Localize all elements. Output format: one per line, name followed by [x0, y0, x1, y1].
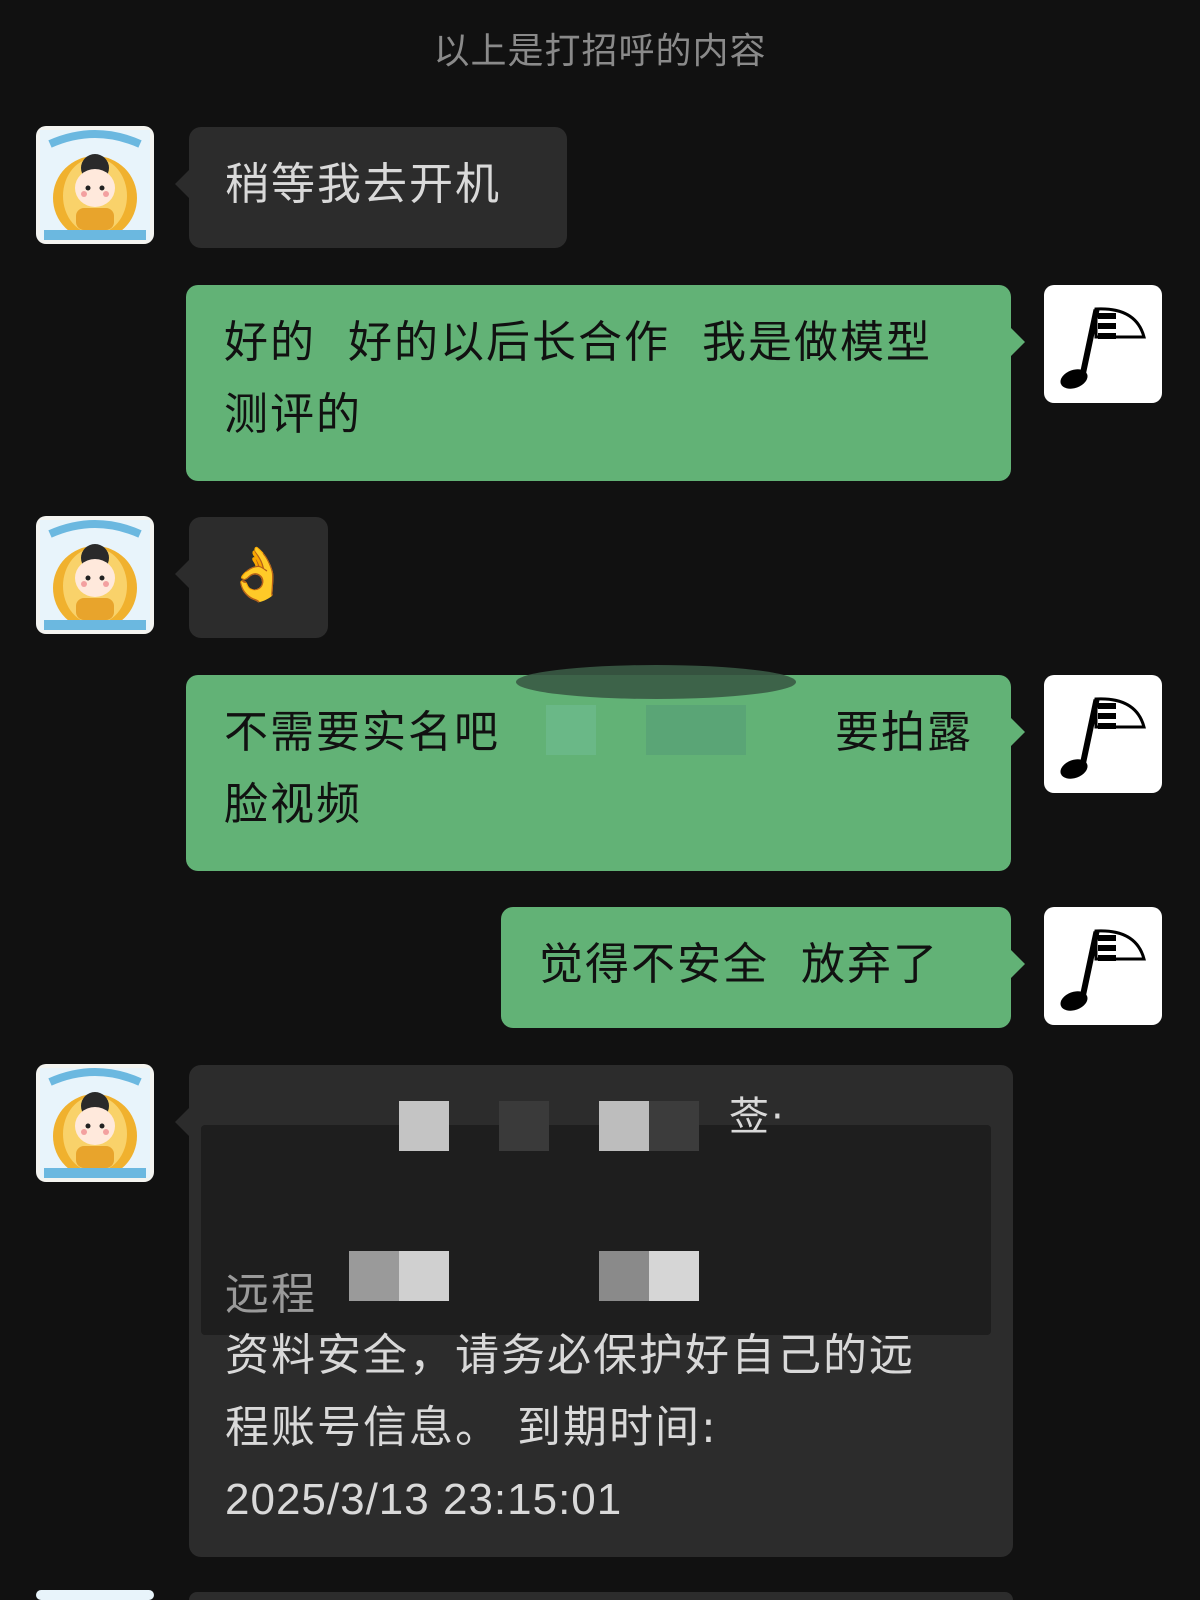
- buddha-icon: [36, 516, 154, 634]
- system-note: 以上是打招呼的内容: [433, 31, 767, 72]
- message-text-line: 不需要实名吧: [224, 707, 500, 758]
- message-bubble-incoming[interactable]: [189, 1592, 1013, 1600]
- redaction-blur: [516, 665, 796, 699]
- redaction-mosaic: [546, 705, 596, 755]
- partial-text: 远程: [225, 1269, 317, 1320]
- buddha-icon: [36, 1590, 154, 1600]
- message-bubble-incoming[interactable]: 稍等我去开机: [175, 127, 567, 248]
- contact-avatar[interactable]: [36, 126, 154, 244]
- message-text-line: 要拍露: [835, 707, 973, 758]
- contact-avatar[interactable]: [36, 1064, 154, 1182]
- redaction-mosaic: [646, 705, 746, 755]
- message-text-line: 2025/3/13 23:15:01: [225, 1475, 623, 1524]
- redaction-mosaic: [399, 1101, 449, 1151]
- message-text-line: 脸视频: [224, 779, 362, 830]
- redaction-mosaic: [649, 1251, 699, 1301]
- my-avatar[interactable]: [1044, 675, 1162, 793]
- message-text-line: 测评的: [224, 389, 362, 440]
- redaction-mosaic: [349, 1251, 399, 1301]
- music-note-icon: [1044, 907, 1162, 1025]
- contact-avatar[interactable]: [36, 516, 154, 634]
- message-text-line: 程账号信息。 到期时间:: [225, 1402, 718, 1453]
- message-bubble-outgoing[interactable]: 觉得不安全 放弃了: [501, 907, 1025, 1028]
- my-avatar[interactable]: [1044, 907, 1162, 1025]
- ok-hand-icon: 👌: [225, 545, 292, 605]
- message-bubble-outgoing[interactable]: 不需要实名吧 要拍露 脸视频: [186, 665, 1025, 871]
- message-bubble-incoming[interactable]: 莶· 远程 资料安全，请务必保护好自己的远 程账号信息。 到期时间: 2025/…: [175, 1065, 1013, 1557]
- message-text: 稍等我去开机: [225, 159, 501, 210]
- partial-text: 莶·: [729, 1094, 786, 1140]
- buddha-icon: [36, 126, 154, 244]
- music-note-icon: [1044, 675, 1162, 793]
- redaction-mosaic: [499, 1101, 549, 1151]
- redaction-mosaic: [649, 1101, 699, 1151]
- my-avatar[interactable]: [1044, 285, 1162, 403]
- redaction-mosaic: [599, 1101, 649, 1151]
- redaction-mosaic: [399, 1251, 449, 1301]
- message-bubble-outgoing[interactable]: 好的 好的以后长合作 我是做模型 测评的: [186, 285, 1025, 481]
- buddha-icon: [36, 1064, 154, 1182]
- message-text-line: 资料安全，请务必保护好自己的远: [225, 1330, 915, 1381]
- chat-screen: 以上是打招呼的内容 稍等我去开机 好的 好的以后长合作 我是做模型 测评的 👌 …: [0, 0, 1200, 1600]
- redaction-mosaic: [599, 1251, 649, 1301]
- music-note-icon: [1044, 285, 1162, 403]
- message-text-line: 好的 好的以后长合作 我是做模型: [224, 317, 932, 368]
- message-text: 觉得不安全 放弃了: [539, 939, 939, 990]
- contact-avatar[interactable]: [36, 1590, 154, 1600]
- message-bubble-incoming[interactable]: 👌: [175, 517, 328, 638]
